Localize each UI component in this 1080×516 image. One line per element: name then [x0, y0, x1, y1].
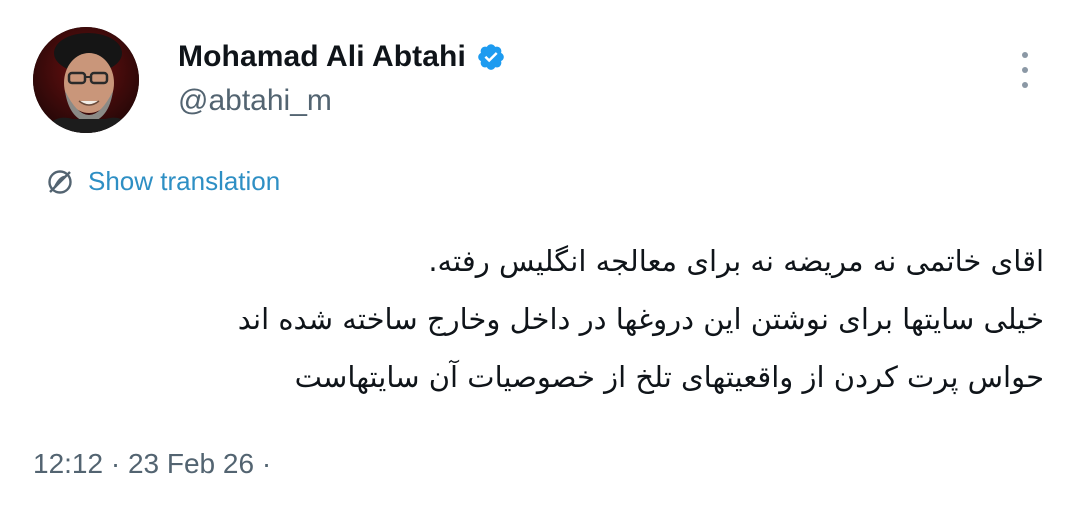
avatar[interactable]	[33, 27, 139, 133]
author-handle[interactable]: @abtahi_m	[178, 84, 332, 118]
tweet-text-line: اقای خاتمی نه مریضه نه برای معالجه انگلی…	[428, 244, 1044, 278]
tweet-timestamp[interactable]: 12:12 · 23 Feb 26 ·	[33, 448, 271, 480]
tweet-card: Mohamad Ali Abtahi @abtahi_m Show transl…	[0, 0, 1080, 516]
show-translation-button[interactable]: Show translation	[46, 166, 280, 197]
more-dot-icon	[1022, 82, 1028, 88]
avatar-image	[33, 27, 139, 133]
tweet-text: اقای خاتمی نه مریضه نه برای معالجه انگلی…	[34, 232, 1044, 406]
verified-badge-icon	[476, 42, 506, 72]
author-name-row: Mohamad Ali Abtahi	[178, 40, 506, 74]
more-options-button[interactable]	[1010, 50, 1040, 90]
more-dot-icon	[1022, 67, 1028, 73]
author-display-name[interactable]: Mohamad Ali Abtahi	[178, 40, 466, 74]
tweet-text-line: خیلی سایتها برای نوشتن این دروغها در داخ…	[237, 302, 1044, 336]
tweet-text-line: حواس پرت کردن از واقعیتهای تلخ از خصوصیا…	[294, 360, 1044, 394]
translate-globe-icon	[46, 168, 74, 196]
more-dot-icon	[1022, 52, 1028, 58]
show-translation-label: Show translation	[88, 166, 281, 196]
